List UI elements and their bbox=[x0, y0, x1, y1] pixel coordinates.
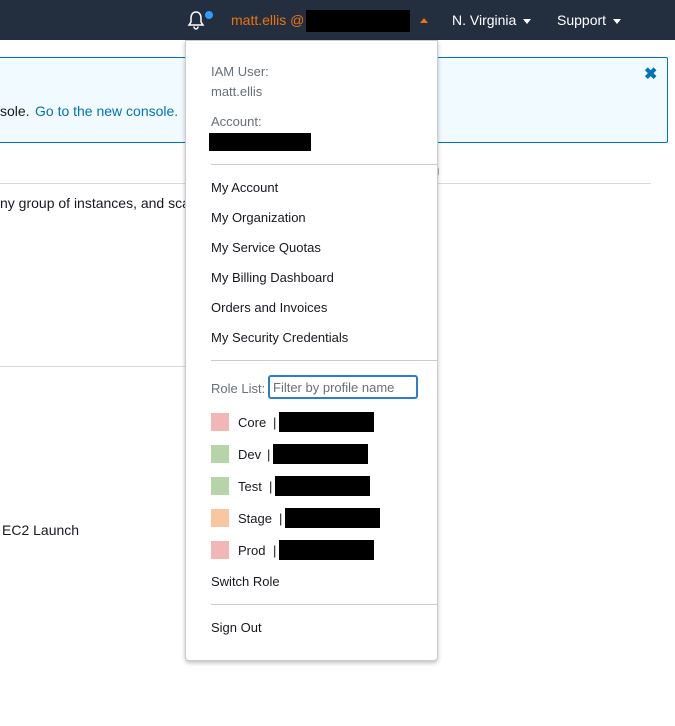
role-separator: | bbox=[269, 479, 273, 494]
role-color-swatch bbox=[211, 477, 229, 495]
menu-item-my-service-quotas[interactable]: My Service Quotas bbox=[211, 240, 321, 255]
role-separator: | bbox=[273, 543, 277, 558]
account-dropdown-menu: IAM User: matt.ellis Account: My Account… bbox=[185, 40, 438, 661]
ec2-launch-text: EC2 Launch bbox=[2, 522, 80, 538]
role-color-swatch bbox=[211, 445, 229, 463]
menu-item-my-billing-dashboard[interactable]: My Billing Dashboard bbox=[211, 270, 334, 285]
account-menu-label[interactable]: matt.ellis @ bbox=[231, 12, 304, 28]
role-filter-input[interactable] bbox=[268, 375, 418, 399]
divider bbox=[211, 164, 437, 165]
account-label: Account: bbox=[211, 114, 262, 129]
role-stage[interactable]: Stage bbox=[238, 511, 272, 526]
role-color-swatch bbox=[211, 509, 229, 527]
top-nav-bar: matt.ellis @ N. Virginia Support bbox=[0, 0, 675, 40]
notification-bell-icon[interactable] bbox=[187, 10, 205, 30]
banner-text: sole. bbox=[0, 103, 30, 119]
role-separator: | bbox=[279, 511, 283, 526]
iam-user-value: matt.ellis bbox=[211, 84, 263, 99]
menu-item-orders-and-invoices[interactable]: Orders and Invoices bbox=[211, 300, 327, 315]
role-color-swatch bbox=[211, 541, 229, 559]
new-console-link[interactable]: Go to the new console. bbox=[35, 103, 178, 119]
redacted-role-account bbox=[275, 476, 370, 496]
role-color-swatch bbox=[211, 413, 229, 431]
divider bbox=[211, 604, 437, 605]
redacted-role-account bbox=[279, 412, 374, 432]
redacted-role-account bbox=[279, 540, 374, 560]
role-core[interactable]: Core bbox=[238, 415, 266, 430]
region-selector[interactable]: N. Virginia bbox=[452, 12, 516, 28]
role-list-label: Role List: bbox=[211, 381, 266, 396]
role-separator: | bbox=[267, 447, 271, 462]
notification-dot bbox=[205, 11, 213, 19]
role-dev[interactable]: Dev bbox=[238, 447, 261, 462]
menu-item-my-account[interactable]: My Account bbox=[211, 180, 278, 195]
divider bbox=[211, 360, 437, 361]
menu-item-my-security-credentials[interactable]: My Security Credentials bbox=[211, 330, 348, 345]
close-icon[interactable]: ✖ bbox=[644, 64, 657, 84]
role-test[interactable]: Test bbox=[238, 479, 262, 494]
caret-up-icon[interactable] bbox=[420, 18, 428, 23]
sign-out-link[interactable]: Sign Out bbox=[211, 620, 262, 635]
iam-user-label: IAM User: bbox=[211, 64, 269, 79]
support-menu[interactable]: Support bbox=[557, 12, 606, 28]
chevron-down-icon[interactable] bbox=[613, 19, 621, 24]
menu-item-my-organization[interactable]: My Organization bbox=[211, 210, 306, 225]
redacted-role-account bbox=[273, 444, 368, 464]
divider bbox=[0, 366, 190, 367]
chevron-down-icon[interactable] bbox=[523, 19, 531, 24]
redacted-role-account bbox=[285, 508, 380, 528]
redacted-account-number bbox=[209, 133, 311, 151]
switch-role-link[interactable]: Switch Role bbox=[211, 574, 280, 589]
role-separator: | bbox=[273, 415, 277, 430]
section-description: ny group of instances, and sca bbox=[0, 195, 190, 211]
role-prod[interactable]: Prod bbox=[238, 543, 265, 558]
redacted-account-id bbox=[306, 10, 410, 32]
